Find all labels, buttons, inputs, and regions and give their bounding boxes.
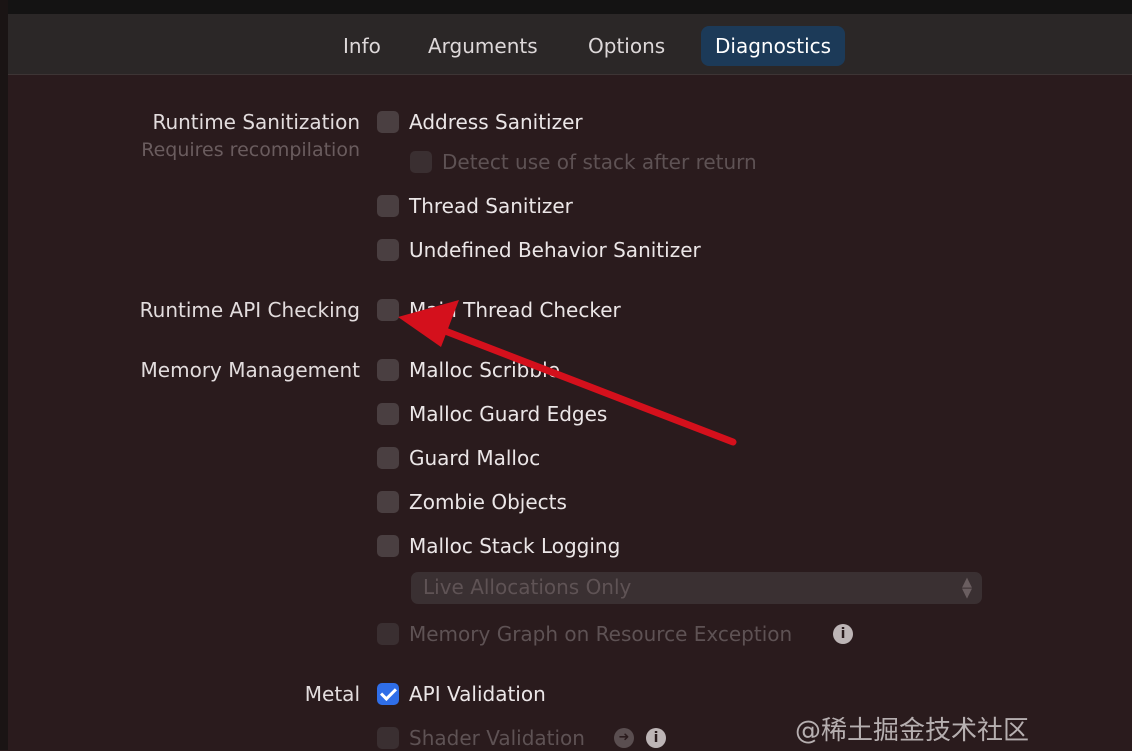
annotation-arrow: [398, 300, 737, 446]
annotation-arrow-shaft: [436, 325, 737, 446]
watermark: @稀土掘金技术社区: [795, 716, 1030, 746]
annotation-arrow-head: [398, 300, 459, 347]
